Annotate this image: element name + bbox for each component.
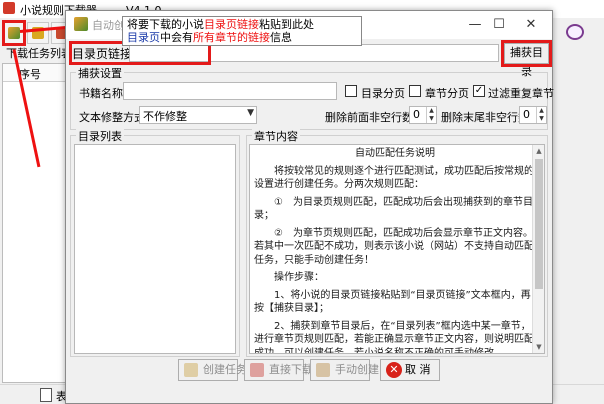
url-label: 目录页链接 bbox=[72, 47, 133, 61]
chapter-content-paragraph: ① 为目录页规则匹配，匹配成功后会出现捕获到的章节目录； bbox=[254, 196, 533, 222]
manual-create-label: 手动创建 bbox=[335, 363, 379, 376]
tooltip-text: 目录页 bbox=[127, 31, 160, 44]
chapter-content-body: 自动匹配任务说明 将按较常见的规则逐个进行匹配测试，成功匹配后按常规的设置进行创… bbox=[254, 147, 536, 354]
filter-duplicate-label: 过滤重复章节 bbox=[488, 87, 554, 100]
tooltip-highlight: 所有章节的链接 bbox=[193, 31, 270, 44]
manual-create-button[interactable]: 手动创建 bbox=[310, 359, 379, 381]
create-task-label: 创建任务 bbox=[203, 363, 247, 376]
toolbar-auto-create-button[interactable] bbox=[3, 22, 25, 44]
capture-settings-legend: 捕获设置 bbox=[76, 65, 124, 81]
book-name-label: 书籍名称 bbox=[79, 87, 123, 100]
eye-icon[interactable] bbox=[566, 24, 584, 40]
chevron-down-icon: ▼ bbox=[247, 108, 254, 118]
direct-download-label: 直接下载 bbox=[269, 363, 313, 376]
scroll-up-icon[interactable]: ▲ bbox=[533, 145, 544, 157]
chapter-content-text[interactable]: 自动匹配任务说明 将按较常见的规则逐个进行匹配测试，成功匹配后按常规的设置进行创… bbox=[249, 144, 545, 354]
chapter-content-paragraph: 1、将小说的目录页链接粘贴到“目录页链接”文本框内，再按【捕获目录】； bbox=[254, 289, 531, 315]
chapter-content-heading: 自动匹配任务说明 bbox=[355, 148, 435, 159]
scroll-thumb[interactable] bbox=[535, 159, 543, 289]
catalog-list[interactable] bbox=[74, 144, 236, 354]
grab-catalog-button[interactable]: 捕获目录 bbox=[504, 43, 549, 78]
delete-front-lines-label: 删除前面非空行数 bbox=[325, 111, 413, 124]
catalog-url-input[interactable] bbox=[129, 44, 499, 62]
cancel-label: 取 消 bbox=[405, 363, 431, 376]
tooltip-highlight: 目录页链接 bbox=[204, 18, 259, 31]
text-fix-value: 不作修整 bbox=[143, 110, 187, 123]
download-icon bbox=[250, 363, 264, 377]
spin-arrows-icon[interactable]: ▲ ▼ bbox=[426, 107, 436, 123]
tooltip-text: 信息 bbox=[270, 31, 292, 44]
spin-arrows-icon[interactable]: ▲ ▼ bbox=[536, 107, 546, 123]
dir-paging-label: 目录分页 bbox=[361, 87, 405, 100]
scroll-down-icon[interactable]: ▼ bbox=[533, 341, 544, 353]
column-header-index: 序号 bbox=[3, 64, 67, 82]
close-button[interactable]: ✕ bbox=[518, 15, 544, 35]
filter-duplicate-checkbox[interactable]: ✓ bbox=[473, 85, 485, 97]
text-fix-select[interactable]: 不作修整 ▼ bbox=[139, 106, 257, 124]
direct-download-button[interactable]: 直接下载 bbox=[244, 359, 313, 381]
text-fix-label: 文本修整方式 bbox=[79, 111, 145, 124]
app-icon bbox=[3, 2, 15, 14]
cancel-icon: ✕ bbox=[386, 362, 402, 378]
chapter-content-legend: 章节内容 bbox=[252, 128, 300, 144]
chapter-content-scrollbar[interactable]: ▲ ▼ bbox=[532, 145, 544, 353]
chapter-paging-checkbox[interactable] bbox=[409, 85, 421, 97]
chapter-content-paragraph: 将按较常见的规则逐个进行匹配测试，成功匹配后按常规的设置进行创建任务。分两次规则… bbox=[254, 165, 534, 191]
dialog-app-icon bbox=[74, 17, 88, 31]
delete-tail-lines-value: 0 bbox=[523, 108, 530, 121]
delete-tail-lines-label: 删除末尾非空行数 bbox=[441, 111, 529, 124]
chapter-content-paragraph: ② 为章节页规则匹配，匹配成功后会显示章节正文内容。若其中一次匹配不成功，则表示… bbox=[254, 227, 534, 266]
tooltip-text: 将要下载的小说 bbox=[127, 18, 204, 31]
capture-settings-group: 捕获设置 书籍名称 目录分页 章节分页 ✓ 过滤重复章节 文本修整方式 不作修整… bbox=[70, 65, 554, 130]
maximize-button[interactable]: ☐ bbox=[486, 15, 512, 35]
cancel-button[interactable]: ✕ 取 消 bbox=[380, 359, 440, 381]
delete-tail-lines-stepper[interactable]: 0 ▲ ▼ bbox=[519, 106, 547, 124]
catalog-list-legend: 目录列表 bbox=[76, 128, 124, 144]
minimize-button[interactable]: — bbox=[462, 15, 488, 35]
auto-create-dialog: 自动创建任务 — ☐ ✕ 将要下载的小说目录页链接粘贴到此处 目录页中会有所有章… bbox=[65, 10, 554, 404]
chapter-content-paragraph: 2、捕获到章节目录后，在“目录列表”框内选中某一章节，进行章节页规则匹配，若能正… bbox=[254, 320, 534, 354]
delete-front-lines-stepper[interactable]: 0 ▲ ▼ bbox=[409, 106, 437, 124]
create-task-icon bbox=[184, 363, 198, 377]
book-name-input[interactable] bbox=[123, 82, 337, 100]
download-task-list[interactable]: 序号 bbox=[2, 63, 68, 383]
tooltip-text: 中会有 bbox=[160, 31, 193, 44]
catalog-list-group: 目录列表 bbox=[70, 128, 240, 357]
create-task-button[interactable]: 创建任务 bbox=[178, 359, 247, 381]
chapter-content-group: 章节内容 自动匹配任务说明 将按较常见的规则逐个进行匹配测试，成功匹配后按常规的… bbox=[246, 128, 548, 357]
chapter-paging-label: 章节分页 bbox=[425, 87, 469, 100]
toolbar-book-button[interactable] bbox=[27, 22, 49, 44]
manual-create-icon bbox=[316, 363, 330, 377]
paste-hint-tooltip: 将要下载的小说目录页链接粘贴到此处 目录页中会有所有章节的链接信息 bbox=[122, 16, 362, 46]
tooltip-text: 粘贴到此处 bbox=[259, 18, 314, 31]
chapter-content-paragraph: 操作步骤： bbox=[254, 272, 324, 283]
document-icon bbox=[40, 388, 52, 402]
delete-front-lines-value: 0 bbox=[413, 108, 420, 121]
dir-paging-checkbox[interactable] bbox=[345, 85, 357, 97]
